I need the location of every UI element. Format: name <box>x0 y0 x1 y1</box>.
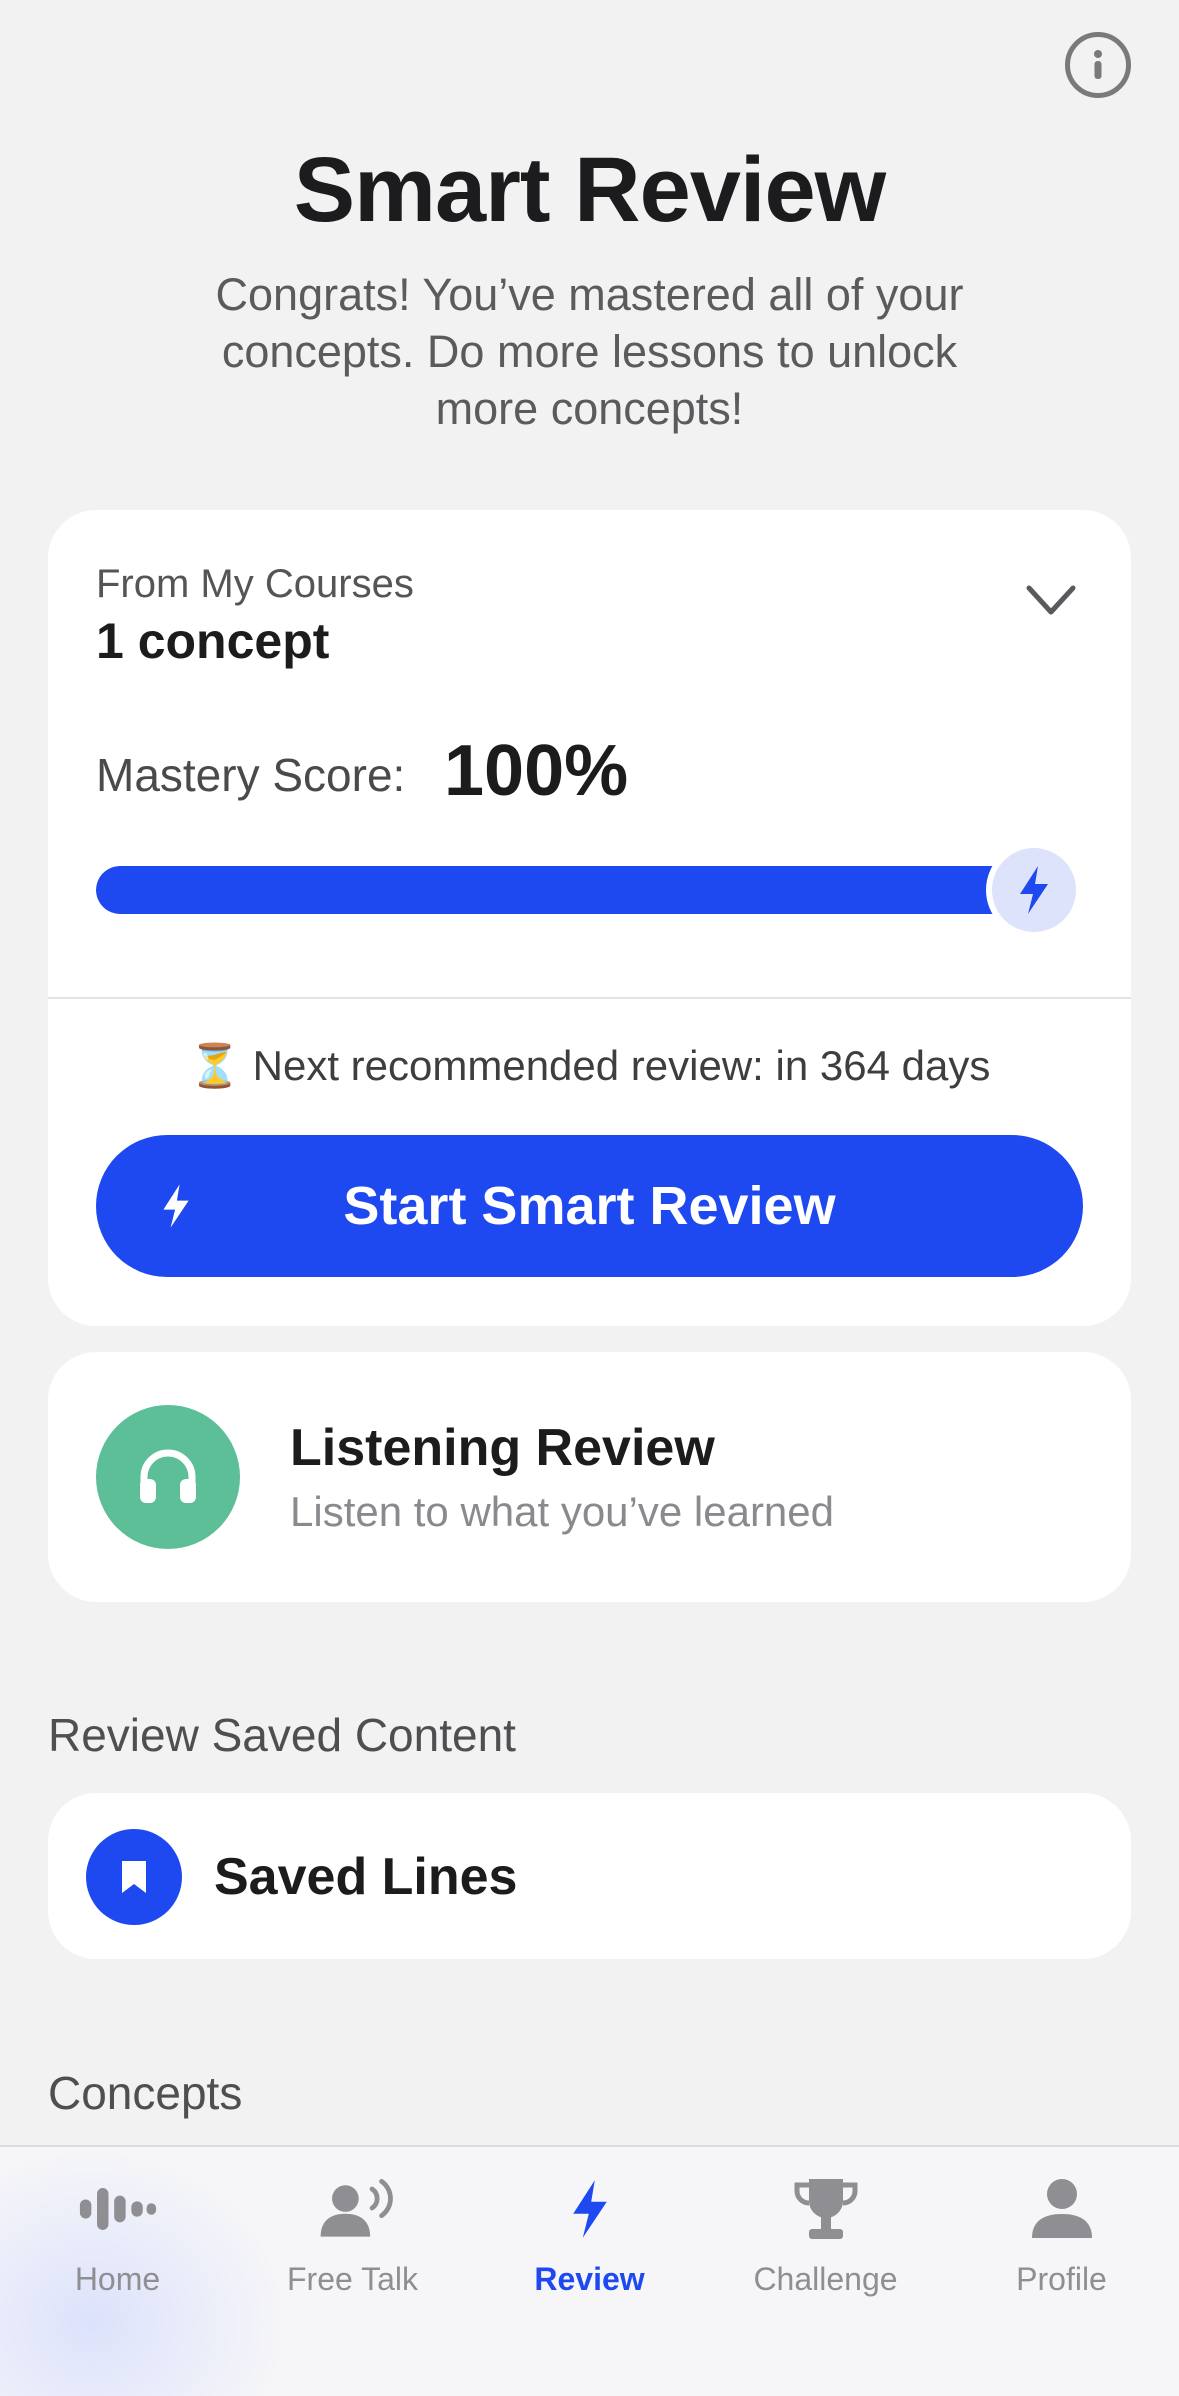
waveform-icon <box>78 2169 158 2249</box>
listening-review-card[interactable]: Listening Review Listen to what you’ve l… <box>48 1352 1131 1602</box>
page-subtitle: Congrats! You’ve mastered all of your co… <box>215 269 964 434</box>
start-smart-review-button[interactable]: Start Smart Review <box>96 1135 1083 1277</box>
person-icon <box>1022 2169 1102 2249</box>
tab-review-label: Review <box>534 2261 645 2297</box>
concept-count: 1 concept <box>96 613 330 669</box>
bookmark-icon <box>86 1829 182 1925</box>
mastery-score-label: Mastery Score: <box>96 749 406 801</box>
mastery-progress-bar <box>96 866 1038 914</box>
lightning-icon <box>986 842 1082 938</box>
concepts-heading: Concepts <box>48 2067 243 2119</box>
tab-bar: Home Free Talk Review Challenge Profile <box>0 2145 1179 2396</box>
mastery-progress-fill <box>96 866 1038 914</box>
tab-review[interactable]: Review <box>472 2169 707 2309</box>
tab-home[interactable]: Home <box>0 2169 235 2309</box>
listening-review-title: Listening Review <box>290 1419 715 1477</box>
headphones-icon <box>96 1405 240 1549</box>
tab-profile-label: Profile <box>1016 2261 1107 2297</box>
saved-lines-label: Saved Lines <box>214 1848 518 1906</box>
course-source-label: From My Courses <box>96 562 414 606</box>
tab-profile[interactable]: Profile <box>944 2169 1179 2309</box>
saved-lines-item[interactable]: Saved Lines <box>48 1793 1131 1959</box>
tab-home-label: Home <box>74 2261 161 2297</box>
page-title: Smart Review <box>293 139 886 241</box>
listening-review-subtitle: Listen to what you’ve learned <box>290 1488 835 1535</box>
chevron-down-icon[interactable] <box>1023 580 1079 620</box>
trophy-icon <box>786 2169 866 2249</box>
card-divider <box>48 997 1131 999</box>
tab-free-talk-label: Free Talk <box>286 2261 418 2297</box>
saved-content-heading: Review Saved Content <box>48 1709 516 1761</box>
smart-review-card: From My Courses 1 concept Mastery Score:… <box>48 510 1131 1326</box>
lightning-icon <box>550 2169 630 2249</box>
tab-free-talk[interactable]: Free Talk <box>235 2169 470 2309</box>
mastery-score-value: 100% <box>444 731 629 811</box>
tab-challenge-label: Challenge <box>753 2261 898 2297</box>
speaking-person-icon <box>313 2169 393 2249</box>
lightning-icon <box>163 1184 189 1228</box>
tab-challenge[interactable]: Challenge <box>708 2169 943 2309</box>
next-review-text: ⏳ Next recommended review: in 364 days <box>188 1042 991 1089</box>
start-smart-review-label: Start Smart Review <box>343 1176 836 1236</box>
info-icon[interactable] <box>1065 32 1131 98</box>
